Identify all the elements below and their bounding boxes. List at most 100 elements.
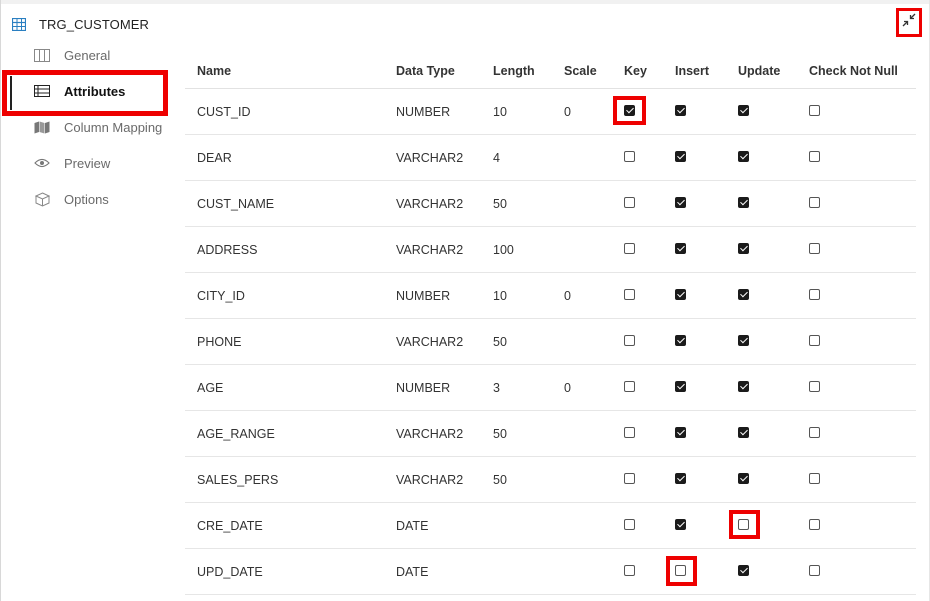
insert-checkbox[interactable] (675, 426, 686, 438)
check-not-null-checkbox[interactable] (809, 334, 820, 346)
sidebar-item-options[interactable]: Options (12, 184, 167, 214)
insert-cell (663, 548, 726, 595)
insert-checkbox[interactable] (675, 564, 686, 576)
update-checkbox[interactable] (738, 472, 749, 484)
panel-title: TRG_CUSTOMER (39, 16, 150, 32)
attribute-name: DEAR (185, 134, 384, 181)
data-type-cell: NUMBER (384, 364, 481, 411)
insert-cell (663, 364, 726, 411)
update-cell (726, 410, 797, 457)
sidebar-item-label: Column Mapping (64, 119, 163, 135)
key-checkbox[interactable] (624, 242, 635, 254)
column-header-length[interactable]: Length (481, 54, 552, 89)
key-checkbox[interactable] (624, 518, 635, 530)
attribute-name: AGE (185, 364, 384, 411)
check-not-null-checkbox[interactable] (809, 426, 820, 438)
sidebar-item-attributes[interactable]: Attributes (12, 76, 167, 106)
insert-checkbox[interactable] (675, 472, 686, 484)
insert-checkbox[interactable] (675, 150, 686, 162)
attribute-name: PHONE (185, 318, 384, 365)
columns-icon (34, 48, 50, 62)
sidebar-item-label: Options (64, 191, 109, 207)
insert-cell (663, 226, 726, 273)
data-type-cell: NUMBER (384, 88, 481, 135)
column-header-insert[interactable]: Insert (663, 54, 726, 89)
key-checkbox[interactable] (624, 196, 635, 208)
key-cell (612, 272, 663, 319)
key-checkbox[interactable] (624, 472, 635, 484)
length-cell: 50 (481, 180, 552, 227)
table-row: PHONE VARCHAR2 50 (185, 318, 916, 365)
check-not-null-cell (797, 502, 916, 549)
attribute-name: SALES_PERS (185, 456, 384, 503)
check-not-null-checkbox[interactable] (809, 288, 820, 300)
eye-icon (34, 156, 50, 170)
insert-checkbox[interactable] (675, 104, 686, 116)
key-cell (612, 226, 663, 273)
update-cell (726, 456, 797, 503)
update-cell (726, 272, 797, 319)
check-not-null-checkbox[interactable] (809, 564, 820, 576)
check-not-null-checkbox[interactable] (809, 196, 820, 208)
attribute-name: UPD_DATE (185, 548, 384, 595)
update-checkbox[interactable] (738, 288, 749, 300)
insert-checkbox[interactable] (675, 334, 686, 346)
key-checkbox[interactable] (624, 334, 635, 346)
check-not-null-cell (797, 456, 916, 503)
key-checkbox[interactable] (624, 426, 635, 438)
data-type-cell: VARCHAR2 (384, 134, 481, 181)
update-checkbox[interactable] (738, 242, 749, 254)
insert-checkbox[interactable] (675, 518, 686, 530)
update-checkbox[interactable] (738, 564, 749, 576)
update-checkbox[interactable] (738, 518, 749, 530)
scale-cell (552, 456, 612, 503)
update-checkbox[interactable] (738, 104, 749, 116)
cube-icon (34, 191, 50, 207)
insert-cell (663, 318, 726, 365)
panel-header: TRG_CUSTOMER (11, 16, 150, 32)
table-row: CRE_DATE DATE (185, 502, 916, 549)
column-header-check-not-null[interactable]: Check Not Null (797, 54, 916, 89)
key-checkbox[interactable] (624, 150, 635, 162)
check-not-null-checkbox[interactable] (809, 242, 820, 254)
check-not-null-checkbox[interactable] (809, 472, 820, 484)
scale-cell (552, 410, 612, 457)
key-checkbox[interactable] (624, 104, 635, 116)
update-checkbox[interactable] (738, 334, 749, 346)
key-checkbox[interactable] (624, 288, 635, 300)
insert-checkbox[interactable] (675, 380, 686, 392)
update-cell (726, 88, 797, 135)
data-type-cell: DATE (384, 548, 481, 595)
update-checkbox[interactable] (738, 196, 749, 208)
table-row: CITY_ID NUMBER 10 0 (185, 272, 916, 319)
insert-checkbox[interactable] (675, 242, 686, 254)
update-checkbox[interactable] (738, 150, 749, 162)
column-header-update[interactable]: Update (726, 54, 797, 89)
update-checkbox[interactable] (738, 380, 749, 392)
insert-checkbox[interactable] (675, 196, 686, 208)
update-checkbox[interactable] (738, 426, 749, 438)
length-cell: 10 (481, 272, 552, 319)
table-grid-icon (11, 17, 27, 31)
column-header-data-type[interactable]: Data Type (384, 54, 481, 89)
column-header-key[interactable]: Key (612, 54, 663, 89)
sidebar-item-label: Preview (64, 155, 111, 171)
collapse-button[interactable] (896, 8, 922, 37)
check-not-null-checkbox[interactable] (809, 104, 820, 116)
check-not-null-checkbox[interactable] (809, 380, 820, 392)
check-not-null-cell (797, 226, 916, 273)
insert-cell (663, 88, 726, 135)
sidebar-item-general[interactable]: General (12, 40, 167, 70)
insert-checkbox[interactable] (675, 288, 686, 300)
key-checkbox[interactable] (624, 564, 635, 576)
column-header-name[interactable]: Name (185, 54, 384, 89)
key-cell (612, 88, 663, 135)
key-checkbox[interactable] (624, 380, 635, 392)
column-header-scale[interactable]: Scale (552, 54, 612, 89)
sidebar-item-column-mapping[interactable]: Column Mapping (12, 112, 167, 142)
sidebar-item-preview[interactable]: Preview (12, 148, 167, 178)
update-cell (726, 548, 797, 595)
check-not-null-checkbox[interactable] (809, 150, 820, 162)
table-row: AGE NUMBER 3 0 (185, 364, 916, 411)
check-not-null-checkbox[interactable] (809, 518, 820, 530)
